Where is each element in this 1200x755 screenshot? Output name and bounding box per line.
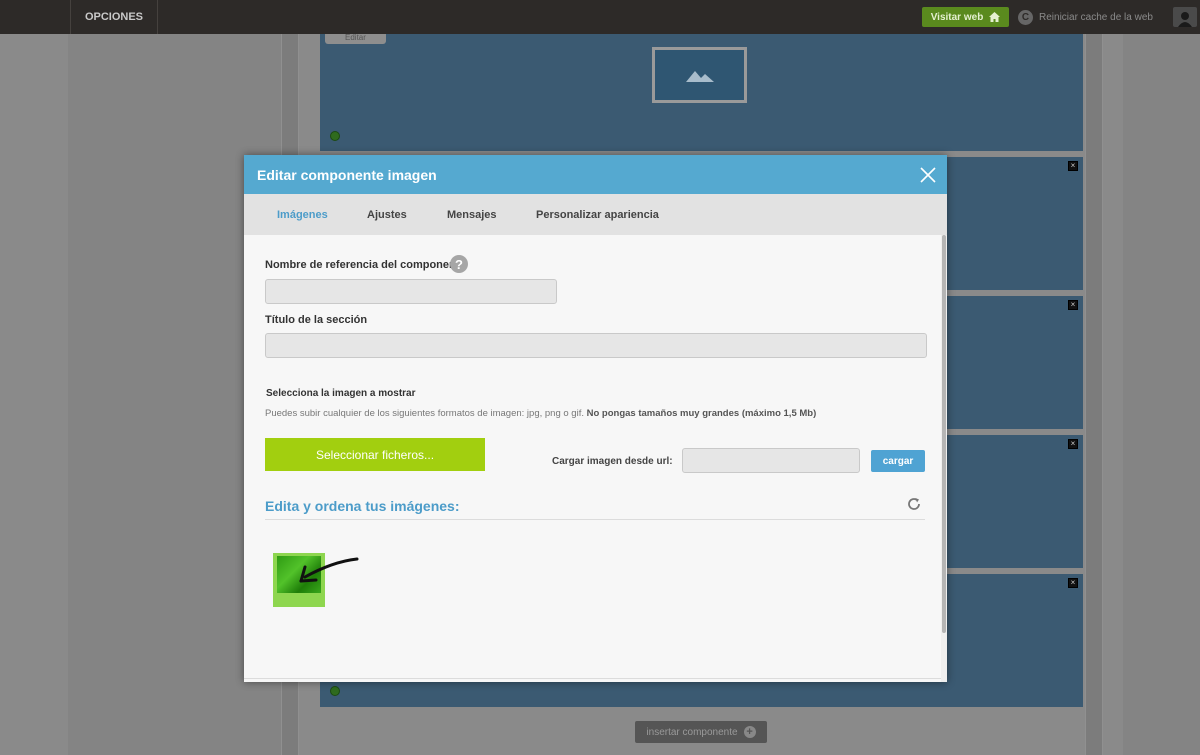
- refresh-icon[interactable]: [906, 496, 922, 512]
- load-url-button[interactable]: cargar: [871, 450, 925, 472]
- tab-messages[interactable]: Mensajes: [447, 194, 497, 235]
- right-strip: [1085, 34, 1103, 755]
- insert-component-label: insertar componente: [646, 726, 738, 738]
- reset-cache-link[interactable]: C Reiniciar cache de la web: [1018, 8, 1153, 26]
- status-dot: [330, 686, 340, 696]
- tab-label: Mensajes: [447, 208, 497, 221]
- reset-cache-label: Reiniciar cache de la web: [1039, 11, 1153, 23]
- edit-tab-label: Editar: [345, 34, 366, 42]
- format-hint-bold: No pongas tamaños muy grandes (máximo 1,…: [586, 408, 817, 419]
- images-section-title: Edita y ordena tus imágenes:: [265, 498, 460, 514]
- tab-label: Ajustes: [367, 208, 407, 221]
- edit-component-tab[interactable]: Editar: [325, 34, 386, 44]
- select-files-button[interactable]: Seleccionar ficheros...: [265, 438, 485, 471]
- section-title-label: Título de la sección: [265, 314, 368, 326]
- top-bar: OPCIONES Visitar web C Reiniciar cache d…: [0, 0, 1200, 34]
- scrollbar-thumb[interactable]: [942, 235, 946, 633]
- tab-customize[interactable]: Personalizar apariencia: [536, 194, 659, 235]
- image-placeholder: [652, 47, 747, 103]
- close-icon[interactable]: ×: [1068, 578, 1078, 588]
- active-tab-pointer: [294, 227, 310, 235]
- user-icon: [1178, 12, 1192, 27]
- visit-web-button[interactable]: Visitar web: [922, 7, 1009, 27]
- image-icon: [685, 71, 714, 82]
- dialog-header: Editar componente imagen: [244, 155, 947, 194]
- dialog-title: Editar componente imagen: [257, 166, 437, 183]
- options-label: OPCIONES: [84, 11, 144, 23]
- close-icon[interactable]: [918, 165, 938, 185]
- close-icon[interactable]: ×: [1068, 161, 1078, 171]
- status-dot: [330, 131, 340, 141]
- tab-label: Personalizar apariencia: [536, 208, 659, 221]
- help-icon[interactable]: ?: [450, 255, 468, 273]
- plus-icon: +: [743, 726, 756, 738]
- insert-component-button[interactable]: insertar componente +: [635, 721, 767, 743]
- select-image-label: Selecciona la imagen a mostrar: [266, 388, 416, 399]
- tab-label: Imágenes: [277, 208, 328, 221]
- format-hint-text: Puedes subir cualquier de los siguientes…: [265, 408, 584, 419]
- options-menu[interactable]: OPCIONES: [70, 0, 158, 34]
- user-menu-button[interactable]: [1173, 7, 1197, 27]
- visit-web-label: Visitar web: [930, 11, 984, 23]
- load-url-label: cargar: [882, 455, 914, 467]
- tab-settings[interactable]: Ajustes: [367, 194, 407, 235]
- image-url-input[interactable]: [682, 448, 860, 473]
- refresh-icon: C: [1018, 9, 1033, 25]
- ref-name-input[interactable]: [265, 279, 557, 304]
- close-icon[interactable]: ×: [1068, 439, 1078, 449]
- ref-name-label: Nombre de referencia del componente: [265, 259, 466, 271]
- edit-image-dialog: Editar componente imagen Imágenes Ajuste…: [244, 155, 947, 682]
- url-label: Cargar imagen desde url:: [552, 456, 673, 467]
- close-icon[interactable]: ×: [1068, 300, 1078, 310]
- arrow-annotation-icon: [299, 557, 359, 583]
- right-column: [1123, 34, 1200, 755]
- dialog-tabs: Imágenes Ajustes Mensajes Personalizar a…: [244, 194, 947, 235]
- format-hint: Puedes subir cualquier de los siguientes…: [265, 408, 816, 419]
- section-divider: [265, 519, 925, 520]
- dialog-footer-divider: [244, 678, 941, 679]
- select-files-label: Seleccionar ficheros...: [315, 447, 435, 462]
- section-title-input[interactable]: [265, 333, 927, 358]
- home-icon: [989, 12, 1001, 22]
